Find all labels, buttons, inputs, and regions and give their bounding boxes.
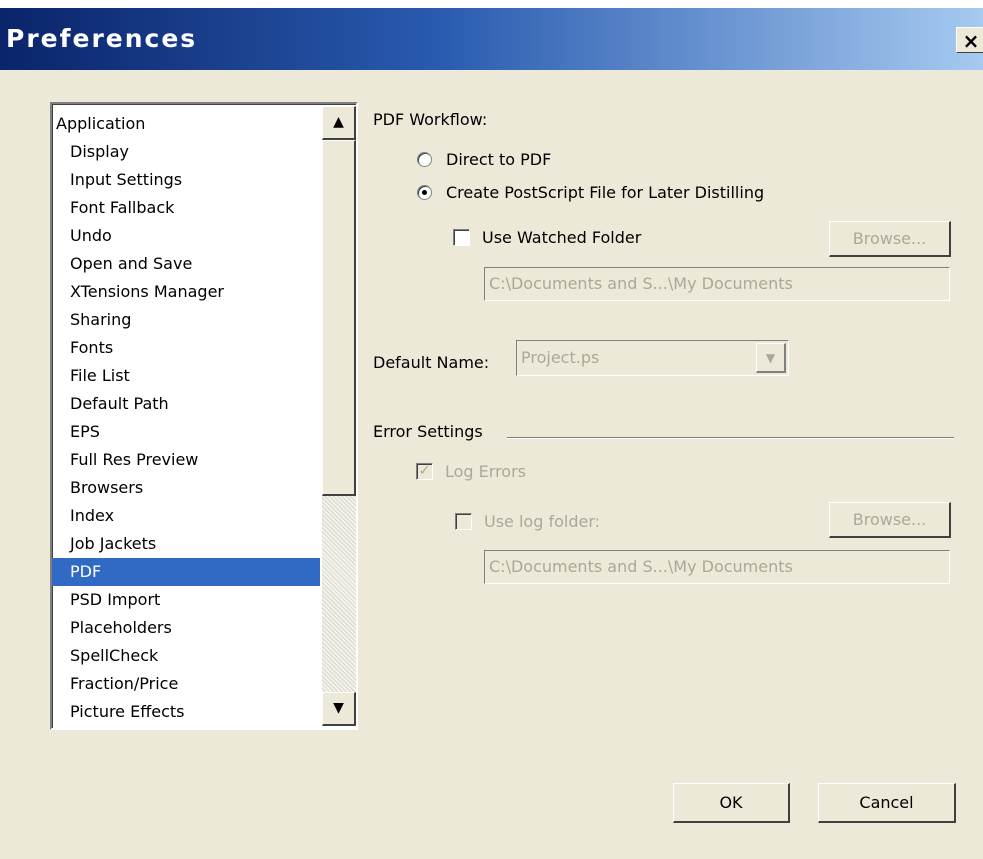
close-icon: × xyxy=(962,29,980,53)
log-errors-checkbox[interactable]: ✓ xyxy=(416,463,433,480)
category-item-full-res-preview[interactable]: Full Res Preview xyxy=(52,446,320,474)
preferences-dialog: Preferences × Application Display Input S… xyxy=(0,8,983,859)
category-item-sharing[interactable]: Sharing xyxy=(52,306,320,334)
category-item-display[interactable]: Display xyxy=(52,138,320,166)
category-item-default-path[interactable]: Default Path xyxy=(52,390,320,418)
error-settings-divider xyxy=(507,437,954,439)
watched-folder-path-field[interactable]: C:\Documents and S...\My Documents xyxy=(484,267,950,301)
category-item-xtensions-manager[interactable]: XTensions Manager xyxy=(52,278,320,306)
default-name-label: Default Name: xyxy=(373,353,490,372)
use-watched-folder-label[interactable]: Use Watched Folder xyxy=(482,228,641,247)
checkmark-icon: ✓ xyxy=(418,463,431,479)
close-button[interactable]: × xyxy=(956,27,983,53)
category-item-browsers[interactable]: Browsers xyxy=(52,474,320,502)
category-item-spellcheck[interactable]: SpellCheck xyxy=(52,642,320,670)
category-item-undo[interactable]: Undo xyxy=(52,222,320,250)
use-log-folder-checkbox[interactable] xyxy=(455,513,472,530)
category-item-picture-effects[interactable]: Picture Effects xyxy=(52,698,320,726)
scroll-down-button[interactable]: ▼ xyxy=(322,692,356,726)
direct-to-pdf-radio[interactable] xyxy=(417,152,432,167)
use-log-folder-label[interactable]: Use log folder: xyxy=(484,512,600,531)
create-postscript-radio[interactable] xyxy=(417,185,432,200)
pdf-workflow-heading: PDF Workflow: xyxy=(373,110,488,129)
category-item-input-settings[interactable]: Input Settings xyxy=(52,166,320,194)
radio-selected-dot xyxy=(422,190,427,195)
scroll-thumb[interactable] xyxy=(322,140,356,496)
dropdown-arrow-icon[interactable]: ▼ xyxy=(756,343,786,373)
category-item-file-list[interactable]: File List xyxy=(52,362,320,390)
create-postscript-label[interactable]: Create PostScript File for Later Distill… xyxy=(446,183,764,202)
scroll-up-button[interactable]: ▲ xyxy=(322,106,356,140)
category-item-eps[interactable]: EPS xyxy=(52,418,320,446)
use-watched-folder-checkbox[interactable] xyxy=(453,229,470,246)
category-item-application[interactable]: Application xyxy=(52,110,320,138)
default-name-combo[interactable]: Project.ps ▼ xyxy=(516,340,789,376)
category-item-psd-import[interactable]: PSD Import xyxy=(52,586,320,614)
category-item-job-jackets[interactable]: Job Jackets xyxy=(52,530,320,558)
watched-folder-browse-button[interactable]: Browse... xyxy=(829,221,951,257)
default-name-value: Project.ps xyxy=(521,348,600,367)
category-list[interactable]: Application Display Input Settings Font Fa… xyxy=(50,102,358,730)
category-item-index[interactable]: Index xyxy=(52,502,320,530)
arrow-down-icon: ▼ xyxy=(333,700,344,716)
category-item-placeholders[interactable]: Placeholders xyxy=(52,614,320,642)
category-item-font-fallback[interactable]: Font Fallback xyxy=(52,194,320,222)
cancel-button[interactable]: Cancel xyxy=(818,783,956,823)
log-folder-path-field[interactable]: C:\Documents and S...\My Documents xyxy=(484,550,950,584)
direct-to-pdf-label[interactable]: Direct to PDF xyxy=(446,150,551,169)
log-errors-label[interactable]: Log Errors xyxy=(445,462,526,481)
category-item-fraction-price[interactable]: Fraction/Price xyxy=(52,670,320,698)
category-list-items: Application Display Input Settings Font Fa… xyxy=(52,110,320,726)
log-folder-browse-button[interactable]: Browse... xyxy=(829,502,951,538)
error-settings-heading: Error Settings xyxy=(373,422,483,441)
title-bar[interactable]: Preferences × xyxy=(0,8,983,70)
category-scrollbar[interactable]: ▲ ▼ xyxy=(322,106,356,726)
category-item-pdf[interactable]: PDF xyxy=(52,558,320,586)
category-item-open-and-save[interactable]: Open and Save xyxy=(52,250,320,278)
category-item-fonts[interactable]: Fonts xyxy=(52,334,320,362)
arrow-up-icon: ▲ xyxy=(333,114,344,130)
window-title: Preferences xyxy=(6,24,198,53)
ok-button[interactable]: OK xyxy=(673,783,790,823)
